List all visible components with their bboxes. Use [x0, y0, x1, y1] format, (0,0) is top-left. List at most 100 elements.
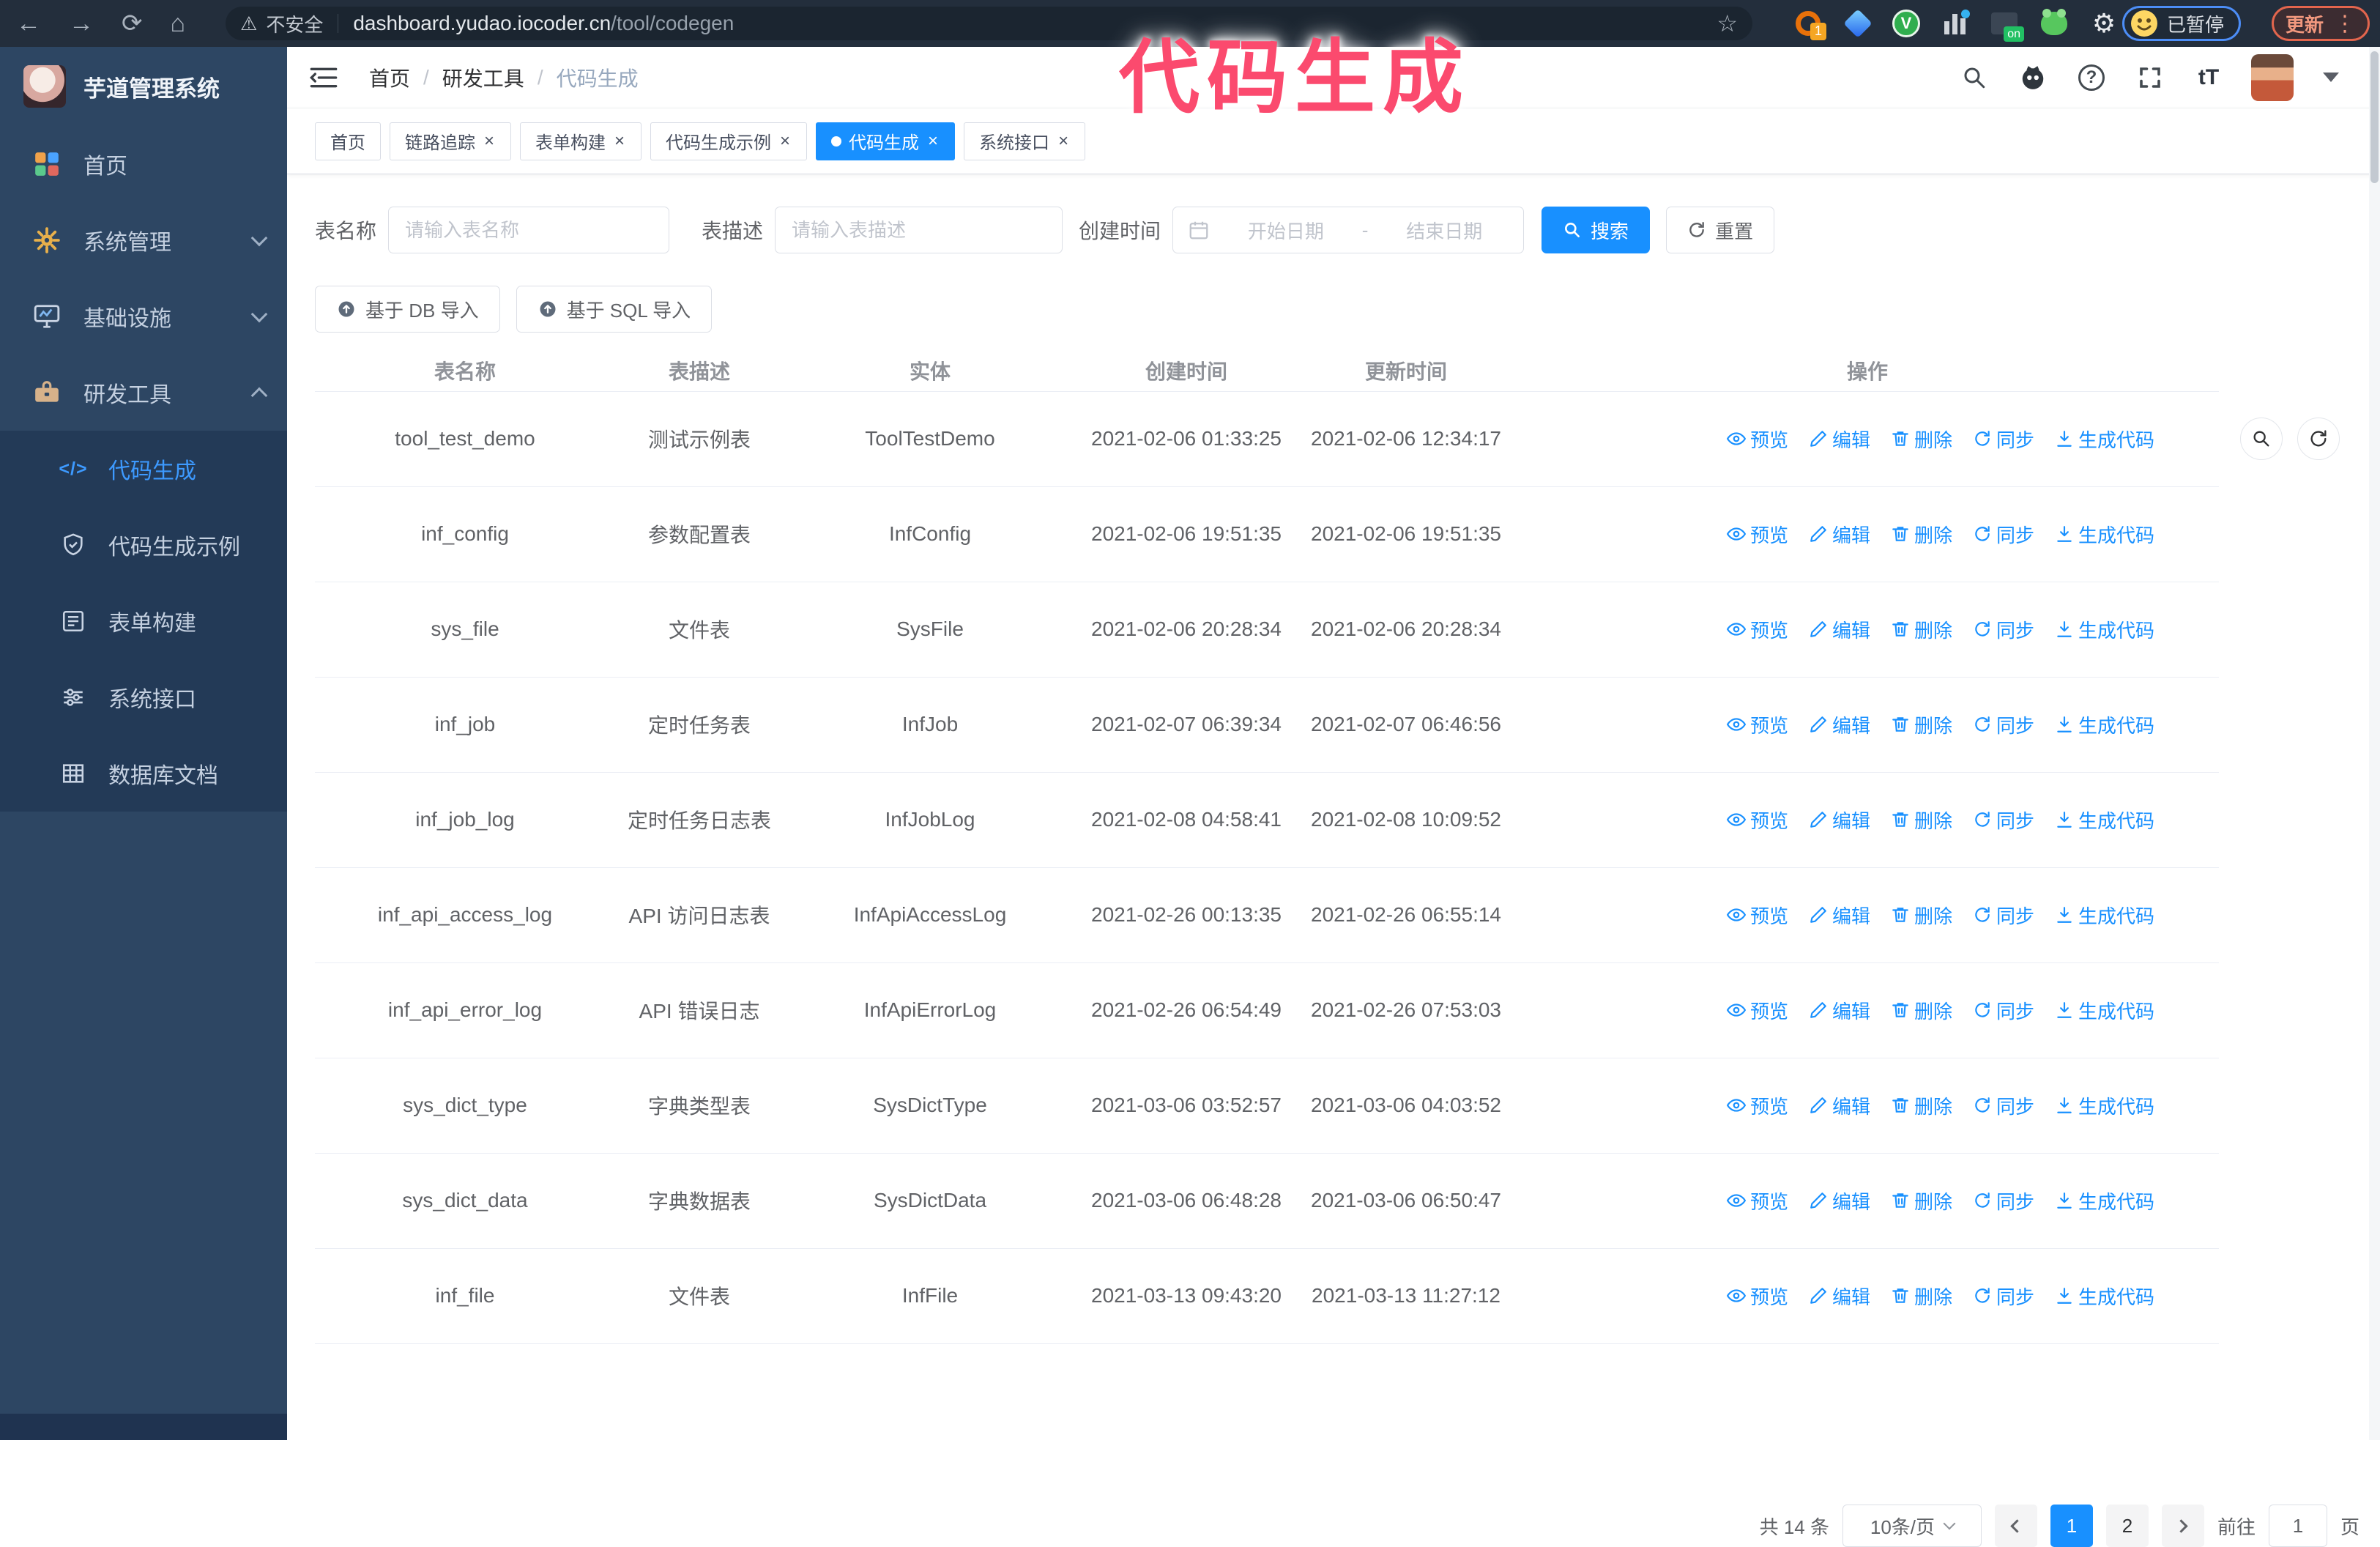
action-sync[interactable]: 同步 — [1973, 521, 2034, 548]
action-delete[interactable]: 删除 — [1891, 711, 1952, 738]
show-search-button[interactable] — [2240, 418, 2283, 460]
tab-close-icon[interactable] — [1057, 133, 1070, 150]
table-desc-input[interactable] — [775, 207, 1063, 253]
sidebar-toggle-icon[interactable] — [309, 65, 338, 90]
action-edit[interactable]: 编辑 — [1809, 1092, 1870, 1119]
action-generate-code[interactable]: 生成代码 — [2055, 806, 2154, 834]
extensions-menu-icon[interactable] — [2089, 8, 2119, 39]
action-preview[interactable]: 预览 — [1726, 997, 1788, 1024]
extension-icon[interactable] — [1842, 8, 1873, 39]
fullscreen-icon[interactable] — [2134, 62, 2166, 94]
github-icon[interactable] — [2017, 62, 2049, 94]
action-delete[interactable]: 删除 — [1891, 806, 1952, 834]
sidebar-item-system-api[interactable]: 系统接口 — [0, 659, 287, 735]
action-generate-code[interactable]: 生成代码 — [2055, 521, 2154, 548]
bookmark-star-icon[interactable] — [1717, 10, 1738, 37]
action-edit[interactable]: 编辑 — [1809, 711, 1870, 738]
tab-close-icon[interactable] — [926, 133, 940, 150]
action-generate-code[interactable]: 生成代码 — [2055, 902, 2154, 929]
breadcrumb-home[interactable]: 首页 — [369, 63, 410, 92]
action-sync[interactable]: 同步 — [1973, 1187, 2034, 1214]
breadcrumb-devtools[interactable]: 研发工具 — [442, 63, 524, 92]
extension-icon[interactable]: on — [1989, 8, 2024, 42]
action-preview[interactable]: 预览 — [1726, 806, 1788, 834]
scrollbar-thumb[interactable] — [2370, 51, 2379, 183]
extension-icon[interactable]: 1 — [1793, 8, 1826, 40]
tab-close-icon[interactable] — [613, 133, 626, 150]
action-delete[interactable]: 删除 — [1891, 902, 1952, 929]
action-sync[interactable]: 同步 — [1973, 997, 2034, 1024]
action-sync[interactable]: 同步 — [1973, 426, 2034, 453]
prev-page-button[interactable] — [1994, 1505, 2037, 1547]
action-delete[interactable]: 删除 — [1891, 1187, 1952, 1214]
browser-forward-icon[interactable] — [69, 11, 94, 36]
user-avatar[interactable] — [2251, 53, 2294, 101]
action-sync[interactable]: 同步 — [1973, 616, 2034, 643]
action-preview[interactable]: 预览 — [1726, 1283, 1788, 1310]
sidebar-item-form-builder[interactable]: 表单构建 — [0, 583, 287, 659]
browser-reload-icon[interactable] — [122, 11, 143, 36]
action-generate-code[interactable]: 生成代码 — [2055, 997, 2154, 1024]
sidebar-item-devtools[interactable]: 研发工具 — [0, 355, 287, 431]
sidebar-item-codegen-example[interactable]: 代码生成示例 — [0, 507, 287, 583]
tab-item[interactable]: 代码生成示例 — [650, 122, 808, 160]
action-sync[interactable]: 同步 — [1973, 711, 2034, 738]
action-sync[interactable]: 同步 — [1973, 1283, 2034, 1310]
action-generate-code[interactable]: 生成代码 — [2055, 426, 2154, 453]
help-icon[interactable] — [2075, 62, 2108, 94]
action-delete[interactable]: 删除 — [1891, 616, 1952, 643]
action-edit[interactable]: 编辑 — [1809, 806, 1870, 834]
action-edit[interactable]: 编辑 — [1809, 997, 1870, 1024]
browser-home-icon[interactable] — [171, 11, 186, 36]
goto-page-input[interactable] — [2268, 1505, 2327, 1547]
page-size-select[interactable]: 10条/页 — [1842, 1505, 1982, 1547]
action-generate-code[interactable]: 生成代码 — [2055, 616, 2154, 643]
action-preview[interactable]: 预览 — [1726, 426, 1788, 453]
reset-button[interactable]: 重置 — [1666, 207, 1775, 253]
sidebar-item-home[interactable]: 首页 — [0, 126, 287, 202]
action-delete[interactable]: 删除 — [1891, 997, 1952, 1024]
action-delete[interactable]: 删除 — [1891, 521, 1952, 548]
sidebar-item-system[interactable]: 系统管理 — [0, 202, 287, 278]
tab-item[interactable]: 链路追踪 — [390, 122, 512, 160]
action-edit[interactable]: 编辑 — [1809, 902, 1870, 929]
action-preview[interactable]: 预览 — [1726, 616, 1788, 643]
extension-icon[interactable]: V — [1892, 10, 1920, 37]
browser-update-button[interactable]: 更新 — [2272, 6, 2370, 41]
page-button-1[interactable]: 1 — [2050, 1505, 2093, 1547]
font-size-icon[interactable] — [2193, 62, 2225, 94]
action-generate-code[interactable]: 生成代码 — [2055, 711, 2154, 738]
sidebar-item-db-doc[interactable]: 数据库文档 — [0, 735, 287, 812]
action-generate-code[interactable]: 生成代码 — [2055, 1283, 2154, 1310]
tab-item[interactable]: 代码生成 — [816, 122, 956, 160]
sidebar-collapse-bar[interactable] — [0, 1414, 287, 1440]
action-preview[interactable]: 预览 — [1726, 902, 1788, 929]
action-delete[interactable]: 删除 — [1891, 1283, 1952, 1310]
extension-icon[interactable] — [1939, 8, 1970, 39]
action-generate-code[interactable]: 生成代码 — [2055, 1187, 2154, 1214]
action-sync[interactable]: 同步 — [1973, 1092, 2034, 1119]
page-scrollbar[interactable] — [2369, 47, 2380, 1440]
action-edit[interactable]: 编辑 — [1809, 426, 1870, 453]
action-preview[interactable]: 预览 — [1726, 521, 1788, 548]
action-delete[interactable]: 删除 — [1891, 426, 1952, 453]
action-edit[interactable]: 编辑 — [1809, 521, 1870, 548]
action-delete[interactable]: 删除 — [1891, 1092, 1952, 1119]
avatar-dropdown-caret-icon[interactable] — [2323, 73, 2339, 82]
browser-back-icon[interactable] — [16, 11, 41, 36]
profile-paused-pill[interactable]: 已暂停 — [2122, 6, 2242, 41]
tab-item[interactable]: 表单构建 — [520, 122, 642, 160]
browser-menu-icon[interactable] — [2334, 11, 2356, 37]
action-edit[interactable]: 编辑 — [1809, 1187, 1870, 1214]
action-preview[interactable]: 预览 — [1726, 1187, 1788, 1214]
table-name-input[interactable] — [388, 207, 670, 253]
extension-icon[interactable] — [2039, 8, 2070, 39]
import-sql-button[interactable]: 基于 SQL 导入 — [516, 286, 713, 333]
tab-item[interactable]: 首页 — [315, 122, 381, 160]
action-edit[interactable]: 编辑 — [1809, 616, 1870, 643]
page-button-2[interactable]: 2 — [2105, 1505, 2149, 1547]
action-generate-code[interactable]: 生成代码 — [2055, 1092, 2154, 1119]
tab-item[interactable]: 系统接口 — [964, 122, 1086, 160]
next-page-button[interactable] — [2161, 1505, 2204, 1547]
action-edit[interactable]: 编辑 — [1809, 1283, 1870, 1310]
